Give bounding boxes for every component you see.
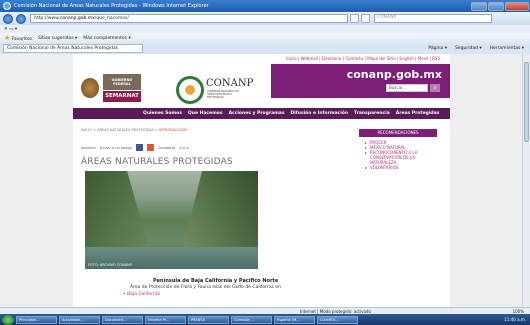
window-title: Comisión Nacional de Áreas Naturales Pro… (14, 3, 209, 9)
taskbar-item[interactable]: PRENSA (188, 315, 229, 324)
send-friend-link[interactable]: Enviar a un amigo (100, 146, 132, 150)
conanp-logo-icon (176, 76, 204, 104)
clock: 11:40 a.m. (504, 317, 526, 322)
nav-difusion[interactable]: Difusión e Información (291, 111, 349, 116)
ie-icon (3, 2, 11, 10)
tab-bar: Comisión Nacional de Áreas Naturales Pro… (0, 43, 530, 54)
header-purple-panel: conanp.gob.mx Buscar... ir (271, 64, 450, 98)
mexico-seal-icon (81, 78, 99, 98)
status-bar: Internet | Modo protegido: activado 100% (0, 307, 530, 314)
taskbar-item[interactable]: COntROL... (317, 315, 358, 324)
menu-bar: ✕ ▭ ▾ (0, 25, 530, 33)
star-icon: ★ (4, 34, 11, 42)
photo-credit: FOTO: ARCHIVO CONANP (88, 263, 132, 267)
web-page: Inicio | Webmail | Directorio | Contacto… (73, 54, 450, 307)
address-toolbar: http://www. conanp.gob.mx/que_hacemos/ CO… (0, 12, 530, 25)
nav-que-hacemos[interactable]: Que Hacemos (188, 111, 223, 116)
url-path: /que_hacemos/ (94, 16, 129, 21)
start-button[interactable] (2, 314, 14, 325)
top-links[interactable]: Inicio | Webmail | Directorio | Contacto… (286, 56, 440, 61)
recommendations-title: RECOMENDACIONES (359, 129, 437, 137)
region-heading: Península de Baja California y Pacífico … (153, 278, 279, 284)
share-actions: Imprimir Enviar a un amigo Compartir A A… (81, 144, 189, 151)
taskbar-item[interactable]: Comisión ... (231, 315, 272, 324)
area-description: Área de Protección de Flora y Fauna Isla… (130, 285, 281, 290)
sidebar-item-voluntarios[interactable]: VOLUNTARIOS (365, 165, 437, 170)
window-titlebar: Comisión Nacional de Áreas Naturales Pro… (0, 0, 530, 12)
taskbar-item[interactable]: Español (M... (274, 315, 315, 324)
facebook-icon[interactable] (135, 144, 143, 151)
taskbar-item[interactable]: Informe Pr... (145, 315, 186, 324)
nav-areas-protegidas[interactable]: Áreas Protegidas (396, 111, 440, 116)
tools-menu[interactable]: Herramientas ▾ (490, 46, 524, 51)
share-icon[interactable] (146, 144, 154, 151)
page-title: ÁREAS NATURALES PROTEGIDAS (81, 157, 233, 167)
more-addons-link[interactable]: Más complementos ▾ (83, 36, 130, 41)
menu-x-icon[interactable]: ✕ ▭ ▾ (4, 27, 17, 32)
gobierno-federal-logo: GOBIERNO FEDERAL (103, 74, 141, 90)
taskbar: Principale... Actividade... Document... … (0, 314, 530, 325)
brand-subtitle: COMISIÓN NACIONAL DE ÁREAS NATURALES PRO… (207, 90, 239, 99)
browser-viewport: Inicio | Webmail | Directorio | Contacto… (0, 54, 522, 307)
command-bar: Página ▾ Seguridad ▾ Herramientas ▾ (428, 46, 530, 51)
maximize-button[interactable] (488, 1, 504, 11)
address-input[interactable]: http://www. conanp.gob.mx/que_hacemos/ (30, 14, 348, 23)
recommendations-box: RECOMENDACIONES PROCER MÉXICO NATURAL RE… (359, 129, 437, 170)
breadcrumb-path[interactable]: INICIO > ÁREAS NATURALES PROTEGIDAS > (81, 128, 159, 132)
site-domain: conanp.gob.mx (346, 68, 442, 81)
page-menu[interactable]: Página ▾ (428, 46, 447, 51)
taskbar-item[interactable]: Document... (102, 315, 143, 324)
nav-transparencia[interactable]: Transparencia (354, 111, 390, 116)
breadcrumb-current: INTRODUCCIÓN (159, 128, 187, 132)
main-nav: Quienes Somos Que Hacemos Acciones y Pro… (73, 108, 450, 119)
suggested-sites-link[interactable]: Sitios sugeridos ▾ (38, 36, 77, 41)
print-link[interactable]: Imprimir (81, 146, 96, 150)
refresh-button[interactable] (350, 14, 359, 23)
sidebar-item-reconocimiento[interactable]: RECONOCIMIENTO A LA CONSERVACIÓN DE LA N… (365, 150, 437, 165)
vertical-scrollbar[interactable] (522, 54, 530, 307)
url-host: conanp.gob.mx (59, 16, 95, 21)
search-input[interactable]: CONANP (374, 14, 492, 23)
favorites-button[interactable]: ★ Favoritos (4, 34, 32, 42)
brand-name: CONANP (206, 78, 254, 89)
zoom-level[interactable]: 100% (513, 309, 530, 314)
taskbar-item[interactable]: Principale... (16, 315, 57, 324)
security-menu[interactable]: Seguridad ▾ (455, 46, 482, 51)
close-button[interactable] (505, 1, 529, 11)
nav-quienes-somos[interactable]: Quienes Somos (143, 111, 182, 116)
forward-button[interactable] (16, 13, 26, 24)
site-search-button[interactable]: ir (430, 84, 440, 92)
taskbar-item[interactable]: Actividade... (59, 315, 100, 324)
canyon-photo: FOTO: ARCHIVO CONANP (85, 171, 258, 269)
share-link[interactable]: Compartir (158, 146, 176, 150)
semarnat-logo[interactable]: SEMARNAT (103, 91, 141, 102)
minimize-button[interactable] (471, 1, 487, 11)
stop-button[interactable] (361, 14, 370, 23)
site-search-input[interactable]: Buscar... (386, 84, 428, 92)
scroll-thumb[interactable] (524, 62, 529, 142)
url-prefix: http://www. (34, 16, 60, 21)
area-link[interactable]: • Baja California (123, 292, 160, 297)
breadcrumb: INICIO > ÁREAS NATURALES PROTEGIDAS > IN… (81, 128, 187, 132)
security-zone: Internet | Modo protegido: activado (300, 308, 371, 314)
font-size-icon[interactable]: A A A (179, 146, 188, 150)
favorites-bar: ★ Favoritos Sitios sugeridos ▾ Más compl… (0, 33, 530, 43)
back-button[interactable] (3, 13, 13, 24)
nav-acciones[interactable]: Acciones y Programas (229, 111, 285, 116)
tab-conanp[interactable]: Comisión Nacional de Áreas Naturales Pro… (3, 44, 143, 53)
site-header: GOBIERNO FEDERAL SEMARNAT CONANP COMISIÓ… (73, 64, 450, 119)
